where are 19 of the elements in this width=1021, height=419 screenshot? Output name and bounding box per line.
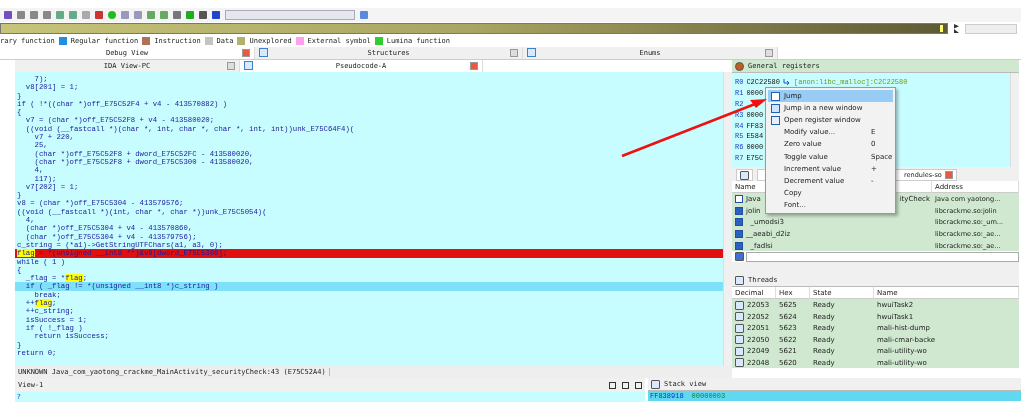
close-icon[interactable] — [635, 381, 642, 389]
minimize-icon[interactable] — [609, 381, 616, 389]
filter-field[interactable] — [746, 251, 1019, 262]
tab-icon — [740, 170, 749, 180]
scrollbar[interactable] — [723, 72, 732, 366]
bug-icon — [735, 61, 744, 71]
view-tab[interactable] — [736, 169, 753, 181]
scrollbar[interactable] — [1010, 73, 1019, 167]
function-icon — [735, 194, 743, 203]
navigation-band[interactable] — [0, 23, 948, 34]
position-marker — [940, 25, 943, 32]
threads-icon — [735, 275, 744, 285]
tab-icon — [527, 48, 536, 57]
scroll-arrows-icon[interactable] — [954, 24, 959, 33]
float-icon[interactable] — [622, 381, 629, 389]
debugger-dropdown[interactable] — [225, 10, 355, 20]
stack-icon — [651, 379, 660, 389]
nav-field[interactable] — [965, 23, 1017, 34]
toolbar-icon[interactable] — [360, 11, 368, 19]
